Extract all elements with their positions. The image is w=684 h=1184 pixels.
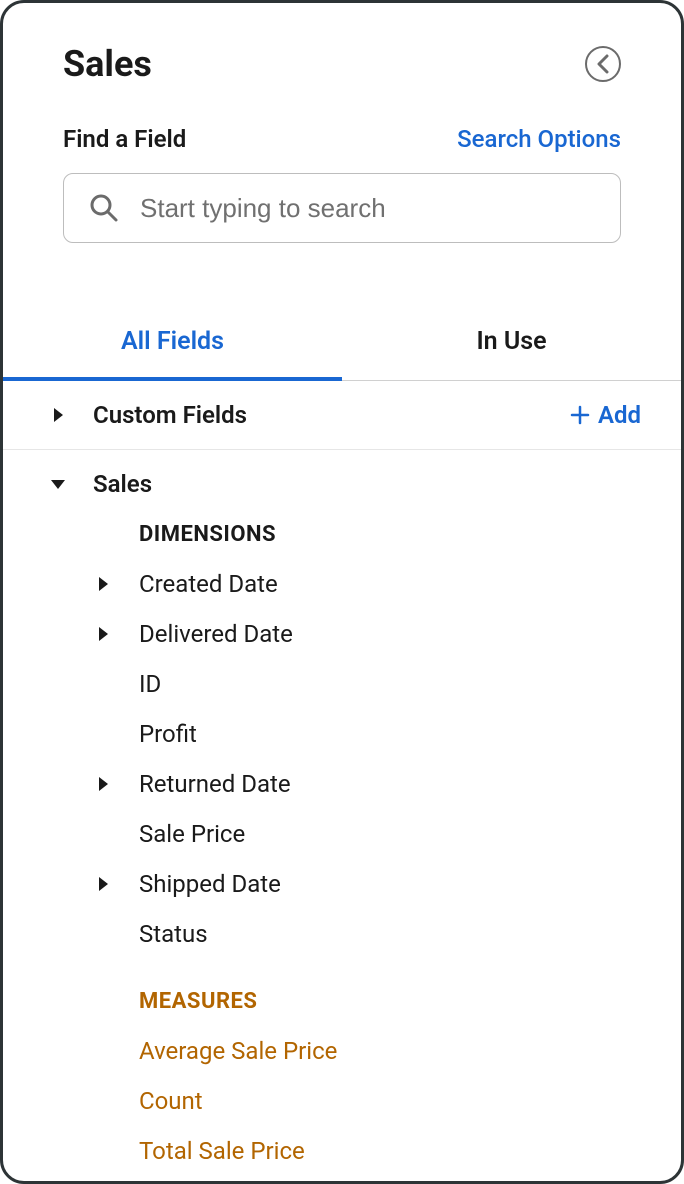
add-label: Add (598, 401, 641, 429)
expand-icon (99, 777, 139, 791)
custom-fields-row[interactable]: Custom Fields Add (3, 381, 681, 450)
dimension-status[interactable]: Status (43, 909, 641, 959)
field-label: Returned Date (139, 770, 291, 798)
dimension-id[interactable]: ID (43, 659, 641, 709)
dimension-created-date[interactable]: Created Date (43, 559, 641, 609)
field-label: Count (139, 1087, 203, 1115)
chevron-left-icon (596, 54, 610, 74)
field-label: Total Sale Price (139, 1137, 305, 1165)
tab-in-use[interactable]: In Use (342, 303, 681, 380)
dimensions-heading: DIMENSIONS (139, 522, 641, 547)
measure-total-sale-price[interactable]: Total Sale Price (43, 1126, 641, 1176)
collapse-button[interactable] (585, 46, 621, 82)
field-label: Shipped Date (139, 870, 281, 898)
measure-average-sale-price[interactable]: Average Sale Price (43, 1026, 641, 1076)
field-label: Profit (139, 720, 197, 748)
page-title: Sales (63, 43, 152, 85)
search-input[interactable] (140, 193, 596, 224)
field-label: Status (139, 920, 208, 948)
collapse-icon (43, 480, 73, 489)
find-field-label: Find a Field (63, 125, 186, 153)
dimension-profit[interactable]: Profit (43, 709, 641, 759)
expand-icon (99, 577, 139, 591)
dimension-shipped-date[interactable]: Shipped Date (43, 859, 641, 909)
search-options-link[interactable]: Search Options (457, 125, 621, 153)
search-box[interactable] (63, 173, 621, 243)
add-custom-field-button[interactable]: Add (570, 401, 641, 429)
measure-count[interactable]: Count (43, 1076, 641, 1126)
expand-icon (43, 408, 73, 422)
measures-heading: MEASURES (139, 989, 641, 1014)
custom-fields-label: Custom Fields (93, 401, 570, 429)
search-icon (88, 192, 120, 224)
field-label: Sale Price (139, 820, 245, 848)
field-label: Average Sale Price (139, 1037, 337, 1065)
dimension-delivered-date[interactable]: Delivered Date (43, 609, 641, 659)
expand-icon (99, 877, 139, 891)
field-label: Delivered Date (139, 620, 293, 648)
field-label: ID (139, 670, 161, 698)
tab-all-fields[interactable]: All Fields (3, 303, 342, 380)
field-label: Created Date (139, 570, 278, 598)
sales-label: Sales (93, 470, 641, 498)
plus-icon (570, 405, 590, 425)
dimension-returned-date[interactable]: Returned Date (43, 759, 641, 809)
dimension-sale-price[interactable]: Sale Price (43, 809, 641, 859)
sales-section-header[interactable]: Sales (43, 470, 641, 498)
expand-icon (99, 627, 139, 641)
